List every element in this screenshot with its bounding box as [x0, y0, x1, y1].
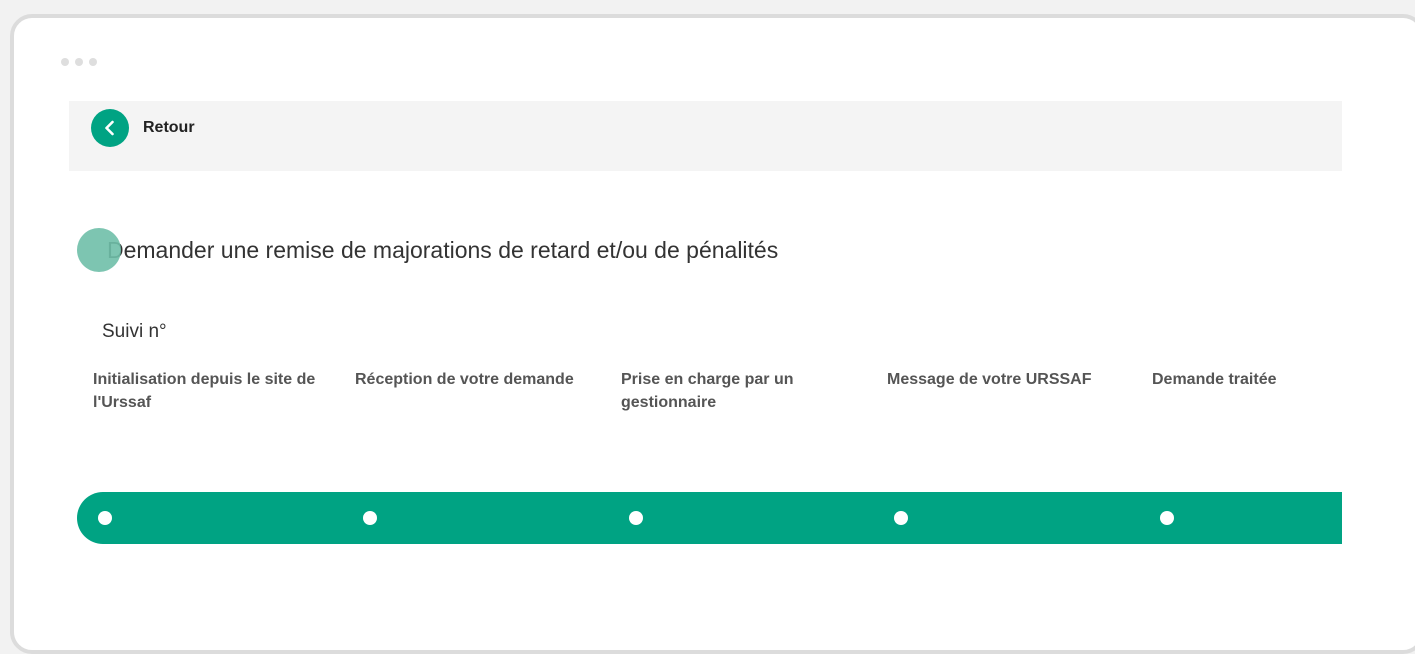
window-dot-icon [61, 58, 69, 66]
top-bar: Retour [69, 101, 1342, 171]
step-dot-icon [1160, 511, 1174, 525]
window-controls [61, 58, 97, 66]
status-steps: Initialisation depuis le site de l'Urssa… [93, 368, 1353, 438]
tracking-number-label: Suivi n° [102, 321, 167, 342]
window-dot-icon [75, 58, 83, 66]
heading-bullet-icon [77, 228, 121, 272]
step-dot-icon [629, 511, 643, 525]
chevron-left-icon[interactable] [91, 109, 129, 147]
browser-window: Retour Demander une remise de majoration… [10, 14, 1415, 654]
page-heading: Demander une remise de majorations de re… [77, 228, 778, 272]
back-label[interactable]: Retour [143, 119, 195, 137]
back-button[interactable]: Retour [91, 109, 195, 147]
progress-track [77, 492, 1342, 544]
window-dot-icon [89, 58, 97, 66]
step-dot-icon [894, 511, 908, 525]
step-label-reception: Réception de votre demande [355, 371, 574, 388]
step-label-demande-traitee: Demande traitée [1152, 371, 1277, 388]
page-title: Demander une remise de majorations de re… [107, 236, 779, 263]
step-dot-icon [98, 511, 112, 525]
step-label-initialisation: Initialisation depuis le site de l'Urssa… [93, 371, 316, 412]
step-label-prise-en-charge: Prise en charge par un gestionnaire [621, 371, 794, 412]
step-label-message: Message de votre URSSAF [887, 371, 1092, 388]
step-dot-icon [363, 511, 377, 525]
